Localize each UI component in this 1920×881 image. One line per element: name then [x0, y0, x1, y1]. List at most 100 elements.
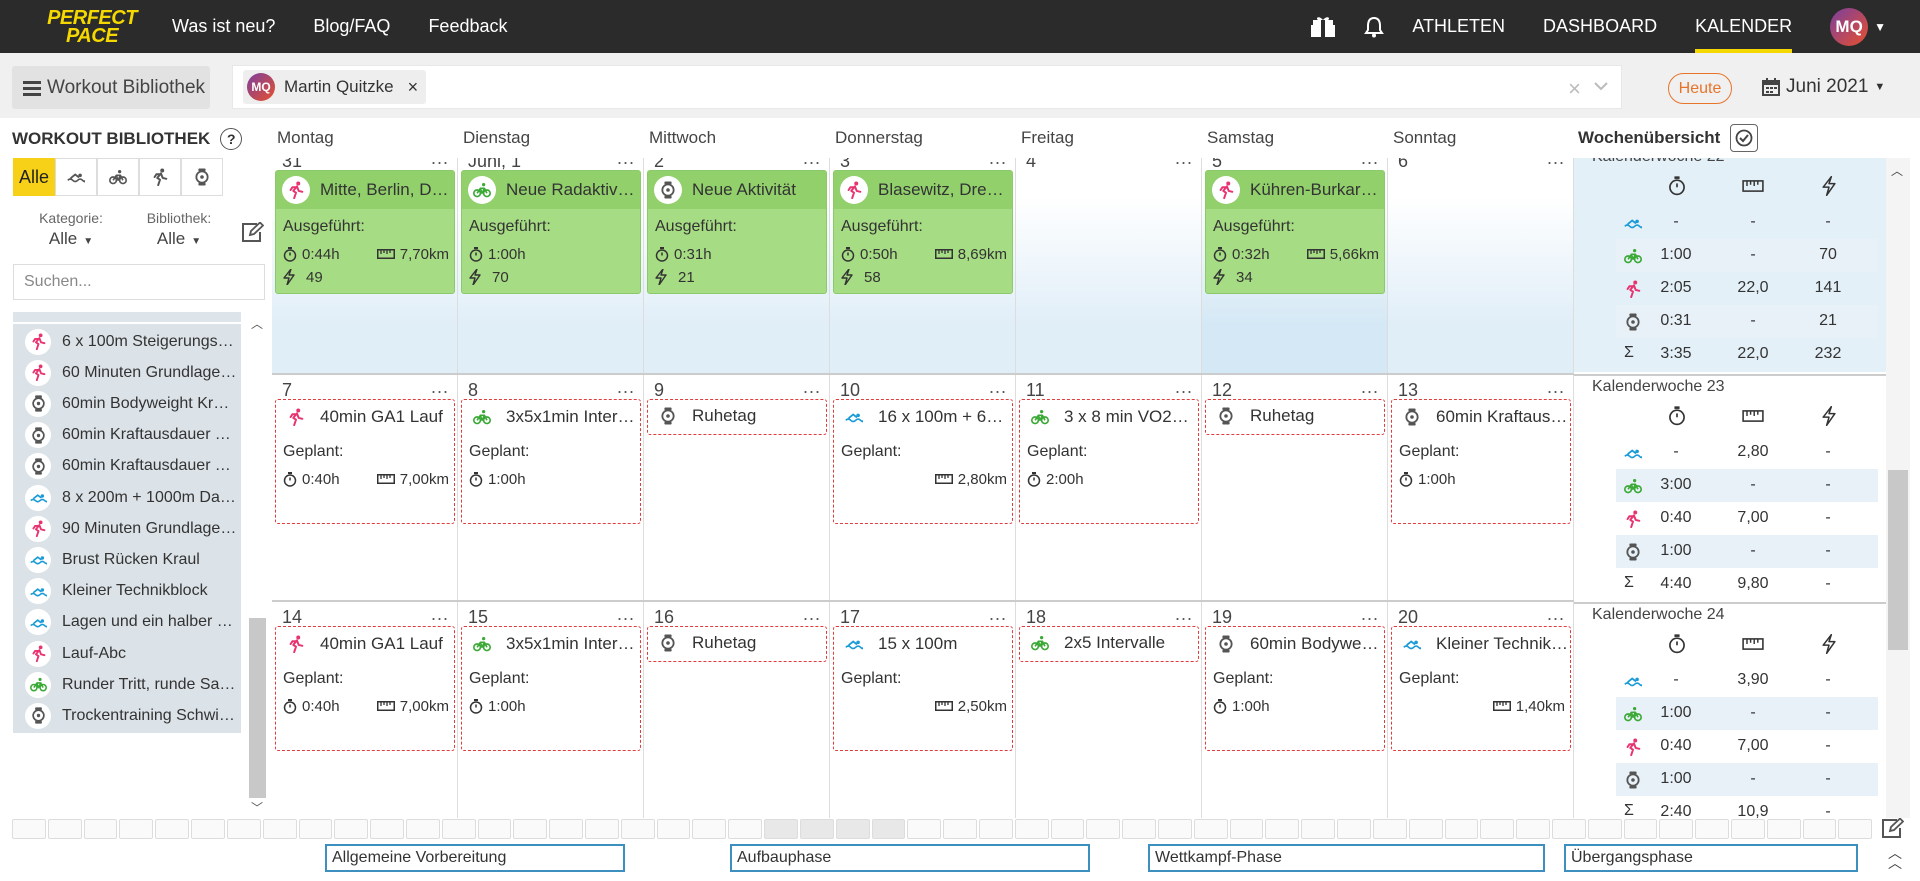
today-button[interactable]: Heute [1668, 73, 1732, 104]
week-tick[interactable] [441, 819, 476, 839]
filter-run-button[interactable] [139, 158, 181, 196]
week-tick[interactable] [692, 819, 727, 839]
chevron-up-icon[interactable]: ︿ [1891, 162, 1903, 179]
week-tick[interactable] [334, 819, 369, 839]
week-tick[interactable] [1731, 819, 1765, 839]
nav-feedback[interactable]: Feedback [428, 16, 507, 37]
more-options-icon[interactable]: ... [617, 604, 635, 625]
chevron-up-icon[interactable]: ︿ [251, 315, 263, 332]
week-tick[interactable] [978, 819, 1013, 839]
library-item[interactable]: 8 x 200m + 1000m Dauerschwimmen [13, 480, 241, 515]
week-tick[interactable] [835, 819, 870, 839]
workout-card-rest[interactable]: Ruhetag [647, 626, 827, 662]
week-tick[interactable] [620, 819, 655, 839]
week-tick[interactable] [1122, 819, 1156, 839]
week-tick[interactable] [226, 819, 261, 839]
week-tick[interactable] [1623, 819, 1658, 839]
workout-card-planned[interactable]: 40min GA1 Lauf Geplant: 0:40h 7,00km [275, 399, 455, 524]
week-tick[interactable] [1158, 819, 1192, 839]
more-options-icon[interactable]: ... [1175, 604, 1193, 625]
more-options-icon[interactable]: ... [431, 158, 449, 169]
more-options-icon[interactable]: ... [989, 377, 1007, 398]
day-cell[interactable]: 18 ... 2x5 Intervalle [1016, 602, 1202, 818]
library-item[interactable]: Lauf-Abc [13, 636, 241, 671]
week-tick[interactable] [1014, 819, 1049, 839]
more-options-icon[interactable]: ... [1361, 604, 1379, 625]
week-tick[interactable] [549, 819, 583, 839]
day-cell[interactable]: 13 ... 60min Kraftausdauer Geplant: 1:00… [1388, 375, 1574, 601]
chevron-down-icon[interactable]: ▼ [1874, 20, 1886, 34]
workout-card-rest[interactable]: 2x5 Intervalle [1019, 626, 1199, 662]
week-tick[interactable] [1086, 819, 1121, 839]
workout-card-completed[interactable]: Kühren-Burkartshain Ausgeführt: 0:32h 5,… [1205, 170, 1385, 294]
library-item[interactable]: Kleiner Technikblock [13, 573, 241, 609]
day-cell[interactable]: 16 ... Ruhetag [644, 602, 830, 818]
week-tick[interactable] [1659, 819, 1694, 839]
day-cell[interactable]: 10 ... 16 x 100m + 600m Geplant: 2,80km [830, 375, 1016, 601]
week-tick[interactable] [1444, 819, 1479, 839]
more-options-icon[interactable]: ... [1361, 377, 1379, 398]
library-item[interactable]: Runder Tritt, runde Sache [13, 667, 241, 703]
nav-blog-faq[interactable]: Blog/FAQ [313, 16, 390, 37]
week-tick[interactable] [119, 819, 154, 839]
chevron-down-icon[interactable] [1593, 78, 1609, 94]
week-tick[interactable] [1372, 819, 1407, 839]
more-options-icon[interactable]: ... [803, 377, 821, 398]
scrollbar-thumb[interactable] [249, 618, 266, 798]
chevron-down-icon[interactable]: ﹀ [251, 799, 263, 816]
day-cell[interactable]: 19 ... 60min Bodyweight Geplant: 1:00h [1202, 602, 1388, 818]
library-item[interactable]: Trockentraining Schwimmen [13, 698, 241, 734]
week-tick[interactable] [1265, 819, 1300, 839]
workout-card-completed[interactable]: Blasewitz, Dresden Ausgeführt: 0:50h 8,6… [833, 170, 1013, 294]
more-options-icon[interactable]: ... [617, 158, 635, 169]
week-timeline[interactable] [12, 819, 1874, 839]
user-avatar[interactable]: MQ [1830, 7, 1869, 46]
day-cell[interactable]: Juni, 1 ... Neue Radaktivität Ausgeführt… [458, 158, 644, 374]
day-cell[interactable]: 9 ... Ruhetag [644, 375, 830, 601]
day-cell[interactable]: 20 ... Kleiner Technikblock Geplant: 1,4… [1388, 602, 1574, 818]
more-options-icon[interactable]: ... [617, 377, 635, 398]
workout-card-planned[interactable]: 40min GA1 Lauf Geplant: 0:40h 7,00km [275, 626, 455, 751]
week-tick[interactable] [262, 819, 297, 839]
week-tick[interactable] [370, 819, 404, 839]
more-options-icon[interactable]: ... [431, 604, 449, 625]
workout-card-completed[interactable]: Neue Aktivität Ausgeführt: 0:31h 21 [647, 170, 827, 294]
clear-selection-icon[interactable]: × [1568, 76, 1581, 102]
library-item[interactable]: 60 Minuten Grundlagenlauf [13, 355, 241, 391]
nav-whats-new[interactable]: Was ist neu? [172, 16, 275, 37]
week-tick[interactable] [1050, 819, 1085, 839]
filter-all-button[interactable]: Alle [13, 158, 55, 196]
more-options-icon[interactable]: ... [989, 158, 1007, 169]
library-filter[interactable]: Bibliothek: Alle ▼ [124, 210, 234, 249]
week-tick[interactable] [799, 819, 834, 839]
day-cell[interactable]: 4 ... [1016, 158, 1202, 374]
library-item[interactable]: 60min Kraftausdauer Training [13, 417, 241, 453]
day-cell[interactable]: 6 ... [1388, 158, 1574, 374]
day-cell[interactable]: 7 ... 40min GA1 Lauf Geplant: 0:40h 7,00… [272, 375, 458, 601]
more-options-icon[interactable]: ... [431, 377, 449, 398]
edit-icon[interactable] [242, 222, 264, 242]
more-options-icon[interactable]: ... [1547, 158, 1565, 169]
gift-icon[interactable] [1310, 16, 1336, 38]
workout-card-completed[interactable]: Mitte, Berlin, Deutschland Ausgeführt: 0… [275, 170, 455, 294]
more-options-icon[interactable]: ... [803, 604, 821, 625]
workout-card-planned[interactable]: 3x5x1min Intervalle Geplant: 1:00h [461, 399, 641, 524]
nav-kalender[interactable]: KALENDER [1695, 0, 1793, 53]
chevrons-up-icon[interactable]: ︿ ︿ [1888, 846, 1902, 870]
help-icon[interactable]: ? [220, 128, 243, 150]
day-cell[interactable]: 31 ... Mitte, Berlin, Deutschland Ausgef… [272, 158, 458, 374]
app-logo[interactable]: PERFECT PACE [32, 8, 152, 46]
day-cell[interactable]: 17 ... 15 x 100m Geplant: 2,50km [830, 602, 1016, 818]
week-tick[interactable] [1516, 819, 1550, 839]
day-cell[interactable]: 3 ... Blasewitz, Dresden Ausgeführt: 0:5… [830, 158, 1016, 374]
week-tick[interactable] [1229, 819, 1264, 839]
day-cell[interactable]: 15 ... 3x5x1min Intervalle Geplant: 1:00… [458, 602, 644, 818]
workout-card-planned[interactable]: 3 x 8 min VO2max Geplant: 2:00h [1019, 399, 1199, 524]
phase-transition[interactable]: Übergangsphase [1564, 844, 1858, 872]
workout-library-toggle-button[interactable]: Workout Bibliothek [12, 66, 210, 109]
week-tick[interactable] [1766, 819, 1801, 839]
week-tick[interactable] [83, 819, 118, 839]
filter-bike-button[interactable] [97, 158, 139, 196]
summary-scrollbar[interactable]: ︿ [1886, 158, 1910, 818]
phase-build[interactable]: Aufbauphase [730, 844, 1090, 872]
